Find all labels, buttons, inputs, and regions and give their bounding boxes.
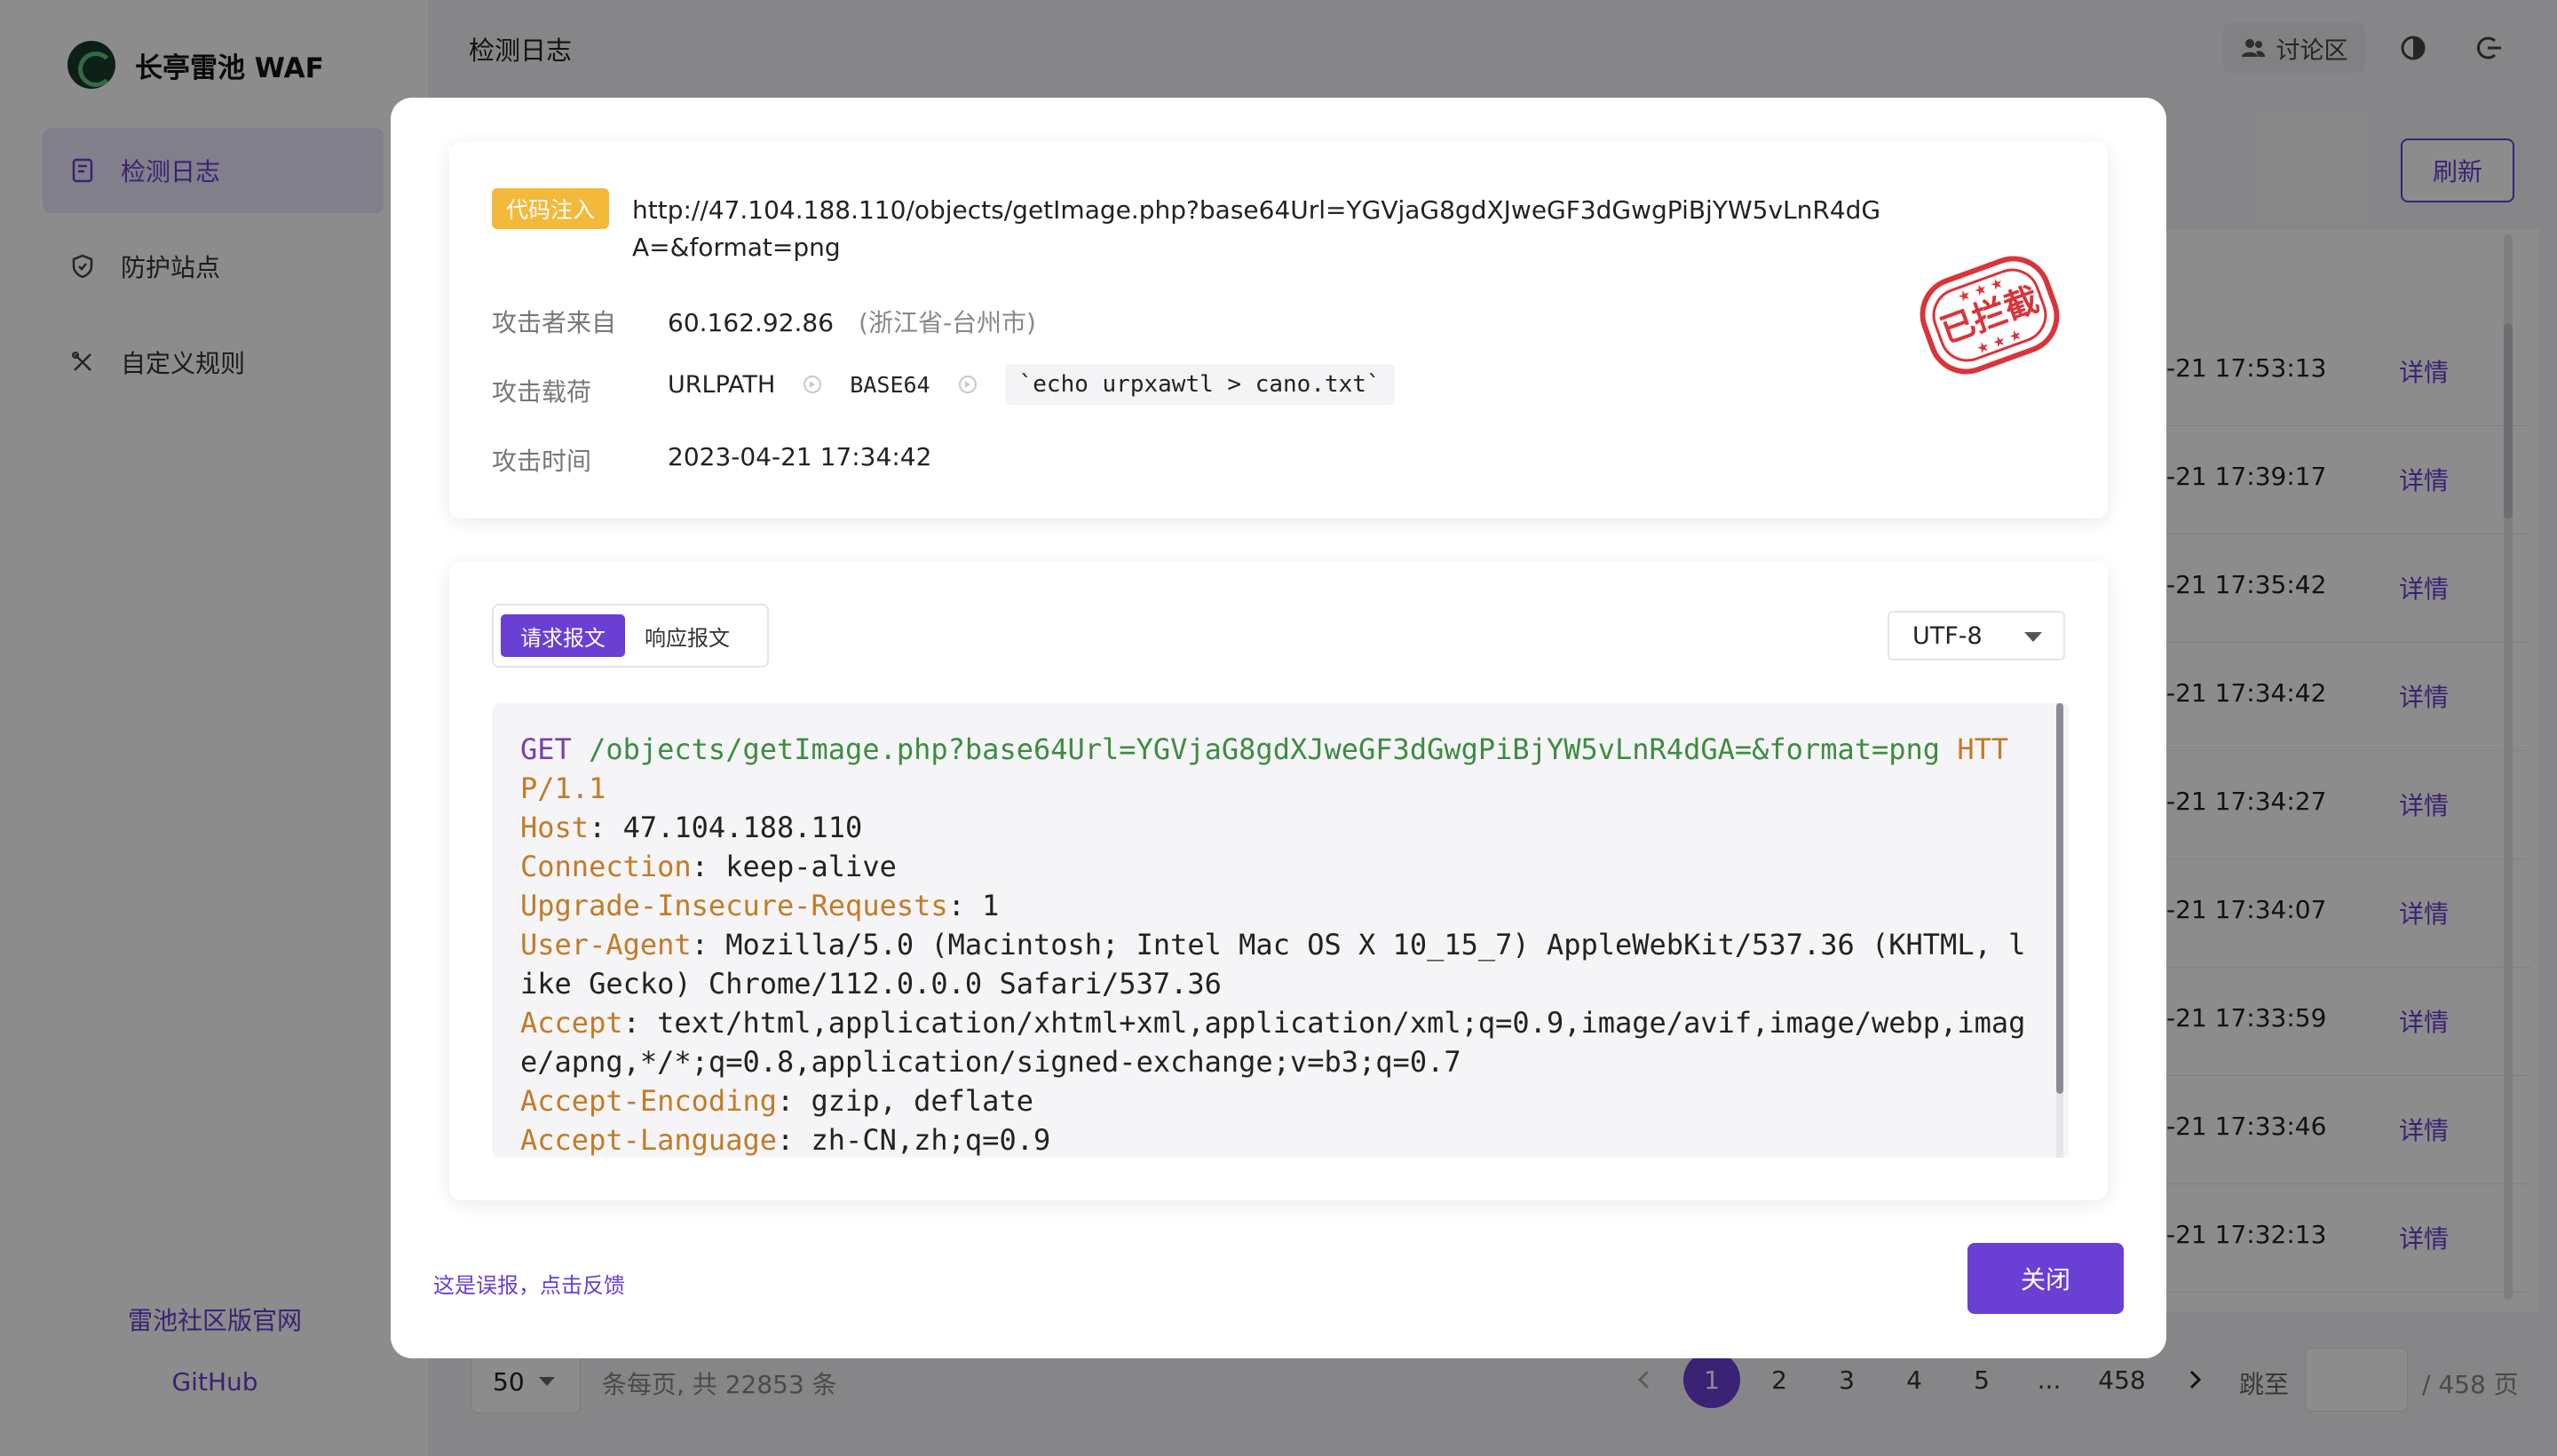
blocked-stamp-icon: 已拦截 ★ ★ ★ ★ ★ ★ bbox=[1920, 256, 2060, 375]
header-value: gzip, deflate bbox=[811, 1084, 1033, 1118]
request-method: GET bbox=[520, 732, 572, 766]
header-key: Accept-Encoding bbox=[520, 1084, 777, 1118]
source-label: 攻击者来自 bbox=[492, 308, 617, 337]
request-card: 请求报文 响应报文 UTF-8 GET /objects/getImage.ph… bbox=[449, 561, 2108, 1200]
tab-response[interactable]: 响应报文 bbox=[625, 614, 749, 657]
header-value: zh-CN,zh;q=0.9 bbox=[811, 1123, 1051, 1157]
header-key: User-Agent bbox=[520, 928, 692, 961]
source-value: 60.162.92.86 (浙江省-台州市) bbox=[668, 304, 1036, 339]
time-label: 攻击时间 bbox=[492, 447, 592, 476]
header-value: 1 bbox=[982, 889, 1000, 922]
code-scrollbar[interactable] bbox=[2056, 703, 2063, 1158]
time-value: 2023-04-21 17:34:42 bbox=[668, 442, 932, 471]
header-key: Connection bbox=[520, 850, 692, 883]
attack-url: http://47.104.188.110/objects/getImage.p… bbox=[632, 195, 1881, 262]
tab-request[interactable]: 请求报文 bbox=[501, 614, 625, 657]
source-ip: 60.162.92.86 bbox=[668, 308, 835, 337]
message-tabs: 请求报文 响应报文 bbox=[492, 604, 769, 668]
arrow-circle-icon bbox=[804, 376, 822, 393]
request-code: GET /objects/getImage.php?base64Url=YGVj… bbox=[520, 732, 2026, 1157]
attack-type-tag: 代码注入 bbox=[492, 188, 610, 229]
header-value: 47.104.188.110 bbox=[622, 811, 863, 844]
header-key: Accept-Language bbox=[520, 1123, 777, 1157]
request-code-box[interactable]: GET /objects/getImage.php?base64Url=YGVj… bbox=[492, 703, 2069, 1158]
code-scrollbar-thumb[interactable] bbox=[2056, 703, 2063, 1094]
payload-encoding: BASE64 bbox=[850, 371, 930, 398]
request-path: /objects/getImage.php?base64Url=YGVjaG8g… bbox=[589, 732, 1941, 766]
false-positive-feedback-link[interactable]: 这是误报，点击反馈 bbox=[433, 1268, 625, 1299]
encoding-value: UTF-8 bbox=[1912, 621, 1983, 650]
arrow-circle-icon bbox=[958, 376, 977, 393]
header-value: Mozilla/5.0 (Macintosh; Intel Mac OS X 1… bbox=[520, 928, 2026, 1001]
attack-summary-card: 代码注入 http://47.104.188.110/objects/getIm… bbox=[449, 142, 2108, 518]
close-button[interactable]: 关闭 bbox=[1967, 1243, 2124, 1314]
attack-detail-modal: 代码注入 http://47.104.188.110/objects/getIm… bbox=[391, 98, 2166, 1358]
encoding-select[interactable]: UTF-8 bbox=[1888, 611, 2065, 661]
caret-down-icon bbox=[2024, 632, 2042, 642]
payload-label: 攻击载荷 bbox=[492, 377, 592, 407]
header-key: Host bbox=[520, 811, 590, 844]
header-key: Upgrade-Insecure-Requests bbox=[520, 889, 948, 922]
payload-location: URLPATH bbox=[668, 370, 776, 399]
payload-row: URLPATH BASE64 `echo urpxawtl > cano.txt… bbox=[668, 364, 1395, 405]
header-key: Accept bbox=[520, 1006, 623, 1040]
source-location: (浙江省-台州市) bbox=[859, 308, 1036, 337]
header-value: keep-alive bbox=[725, 850, 897, 883]
header-value: text/html,application/xhtml+xml,applicat… bbox=[520, 1006, 2026, 1079]
payload-value: `echo urpxawtl > cano.txt` bbox=[1004, 364, 1395, 405]
